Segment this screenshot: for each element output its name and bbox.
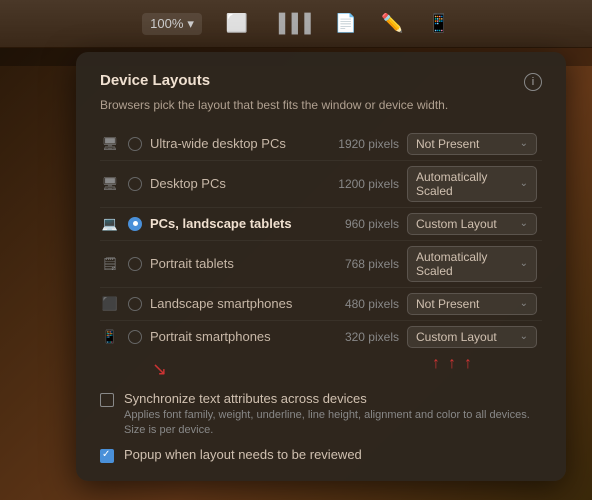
device-radio-portrait-smartphone[interactable] <box>128 330 142 344</box>
device-status-ultra-wide: Not Present <box>416 137 479 151</box>
device-name-ultra-wide: Ultra-wide desktop PCs <box>150 136 319 151</box>
device-radio-desktop[interactable] <box>128 177 142 191</box>
zoom-control[interactable]: 100% ▾ <box>142 13 202 35</box>
select-chevron-portrait-tablet: ⌄ <box>520 258 528 269</box>
device-status-landscape-tablet: Custom Layout <box>416 217 497 231</box>
arrows-area: ↙ ↑ ↑ ↑ <box>100 367 542 387</box>
device-select-landscape-smartphone[interactable]: Not Present ⌄ <box>407 293 542 315</box>
device-layouts-panel: Device Layouts i Browsers pick the layou… <box>76 52 566 481</box>
device-pixels-ultra-wide: 1920 pixels <box>327 137 399 151</box>
device-name-landscape-smartphone: Landscape smartphones <box>150 296 319 311</box>
device-select-portrait-smartphone[interactable]: Custom Layout ⌄ <box>407 326 542 348</box>
device-radio-portrait-tablet[interactable] <box>128 257 142 271</box>
device-row-landscape-smartphone[interactable]: ⬛ Landscape smartphones 480 pixels Not Pres… <box>100 288 542 321</box>
device-name-portrait-smartphone: Portrait smartphones <box>150 329 319 344</box>
device-radio-ultra-wide[interactable] <box>128 137 142 151</box>
device-type-icon-portrait-smartphone: 📱 <box>100 329 120 345</box>
device-radio-landscape-smartphone[interactable] <box>128 297 142 311</box>
select-chevron-ultra-wide: ⌄ <box>520 138 528 149</box>
panel-container: Device Layouts i Browsers pick the layou… <box>50 48 592 500</box>
chart-icon[interactable]: ▐▐▐ <box>272 13 310 34</box>
device-name-portrait-tablet: Portrait tablets <box>150 256 319 271</box>
panel-title: Device Layouts <box>100 72 210 89</box>
select-chevron-desktop: ⌄ <box>520 178 528 189</box>
sync-row: Synchronize text attributes across devic… <box>100 387 542 439</box>
device-select-ultra-wide[interactable]: Not Present ⌄ <box>407 133 542 155</box>
device-select-desktop[interactable]: Automatically Scaled ⌄ <box>407 166 542 202</box>
device-select-landscape-tablet[interactable]: Custom Layout ⌄ <box>407 213 542 235</box>
device-pixels-portrait-tablet: 768 pixels <box>327 257 399 271</box>
device-status-desktop: Automatically Scaled <box>416 170 516 198</box>
arrow-up-3: ↑ <box>464 355 472 373</box>
arrow-up-1: ↑ <box>432 355 440 373</box>
zoom-chevron: ▾ <box>187 16 194 32</box>
device-pixels-landscape-tablet: 960 pixels <box>327 217 399 231</box>
sync-desc: Applies font family, weight, underline, … <box>124 408 542 439</box>
device-row-portrait-smartphone[interactable]: 📱 Portrait smartphones 320 pixels Custom La… <box>100 321 542 353</box>
panel-subtitle: Browsers pick the layout that best fits … <box>100 97 542 114</box>
device-row-portrait-tablet[interactable]: 🗒 Portrait tablets 768 pixels Automatically… <box>100 241 542 288</box>
device-select-portrait-tablet[interactable]: Automatically Scaled ⌄ <box>407 246 542 282</box>
device-pixels-desktop: 1200 pixels <box>327 177 399 191</box>
layout-icon[interactable]: ⬜ <box>226 13 248 34</box>
device-name-landscape-tablet: PCs, landscape tablets <box>150 216 319 231</box>
select-chevron-landscape-smartphone: ⌄ <box>520 298 528 309</box>
device-row-desktop[interactable]: 🖥 Desktop PCs 1200 pixels Automatically Sca… <box>100 161 542 208</box>
sync-checkbox[interactable] <box>100 393 114 407</box>
device-pixels-landscape-smartphone: 480 pixels <box>327 297 399 311</box>
select-chevron-portrait-smartphone: ⌄ <box>520 331 528 342</box>
edit-icon[interactable]: ✏️ <box>381 13 403 34</box>
device-status-landscape-smartphone: Not Present <box>416 297 479 311</box>
toolbar: 100% ▾ ⬜ ▐▐▐ 📄 ✏️ 📱 <box>0 0 592 48</box>
device-name-desktop: Desktop PCs <box>150 176 319 191</box>
sync-label: Synchronize text attributes across devic… <box>124 391 542 406</box>
right-arrows-indicator: ↑ ↑ ↑ <box>432 355 472 373</box>
zoom-label: 100% <box>150 16 183 31</box>
device-pixels-portrait-smartphone: 320 pixels <box>327 330 399 344</box>
device-row-landscape-tablet[interactable]: 💻 PCs, landscape tablets 960 pixels Custom … <box>100 208 542 241</box>
popup-label: Popup when layout needs to be reviewed <box>124 447 362 462</box>
device-row-ultra-wide[interactable]: 🖥 Ultra-wide desktop PCs 1920 pixels Not Pr… <box>100 128 542 161</box>
left-arrow-indicator: ↙ <box>152 359 167 380</box>
document-icon[interactable]: 📄 <box>335 13 357 34</box>
device-status-portrait-smartphone: Custom Layout <box>416 330 497 344</box>
arrow-up-2: ↑ <box>448 355 456 373</box>
device-type-icon-landscape-tablet: 💻 <box>100 216 120 232</box>
select-chevron-landscape-tablet: ⌄ <box>520 218 528 229</box>
device-type-icon-portrait-tablet: 🗒 <box>100 256 120 272</box>
device-radio-landscape-tablet[interactable] <box>128 217 142 231</box>
device-list: 🖥 Ultra-wide desktop PCs 1920 pixels Not Pr… <box>100 128 542 353</box>
device-type-icon-landscape-smartphone: ⬛ <box>100 296 120 312</box>
device-icon[interactable]: 📱 <box>427 13 449 34</box>
device-status-portrait-tablet: Automatically Scaled <box>416 250 516 278</box>
device-type-icon-ultra-wide: 🖥 <box>100 136 120 152</box>
popup-row: Popup when layout needs to be reviewed <box>100 447 542 463</box>
panel-header: Device Layouts i <box>100 72 542 91</box>
info-button[interactable]: i <box>524 73 542 91</box>
device-type-icon-desktop: 🖥 <box>100 176 120 192</box>
sync-text-block: Synchronize text attributes across devic… <box>124 391 542 439</box>
popup-checkbox[interactable] <box>100 449 114 463</box>
